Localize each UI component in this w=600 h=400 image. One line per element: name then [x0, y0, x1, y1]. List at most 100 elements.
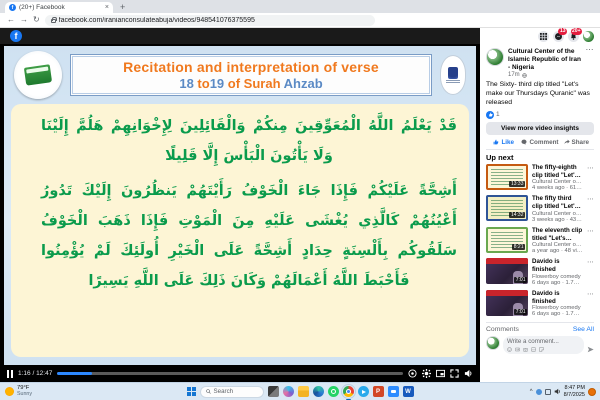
weather-condition: Sunny	[17, 392, 32, 398]
emoji-icon[interactable]	[507, 347, 512, 352]
tray-expand-icon[interactable]: ^	[530, 389, 533, 395]
settings-gear-icon[interactable]	[422, 369, 431, 378]
word-icon[interactable]: W	[403, 386, 414, 397]
captions-icon[interactable]	[408, 369, 417, 378]
page-name[interactable]: Cultural Center of the Islamic Republic …	[508, 48, 582, 71]
slide-header: Recitation and interpretation of verse 1…	[4, 46, 476, 101]
player-time: 1:16 / 12:47	[18, 370, 52, 377]
tray-volume-icon[interactable]	[554, 388, 561, 395]
comment-toolbar	[507, 347, 580, 352]
address-bar[interactable]: facebook.com/iranianconsulateabuja/video…	[45, 15, 375, 26]
zoom-app-icon[interactable]	[388, 386, 399, 397]
display-icon[interactable]	[545, 389, 551, 395]
view-insights-button[interactable]: View more video insights	[486, 122, 594, 135]
item-more-icon[interactable]: ⋯	[587, 227, 594, 255]
up-next-item[interactable]: 7:01 Davido is finished Flowerboy comedy…	[486, 258, 594, 286]
video-player[interactable]: Recitation and interpretation of verse 1…	[0, 44, 480, 382]
send-comment-icon[interactable]	[587, 340, 594, 358]
like-button[interactable]: Like	[486, 139, 521, 146]
notification-badge[interactable]	[588, 388, 596, 396]
up-next-title[interactable]: The eleventh clip titled "Let's make...	[532, 227, 583, 243]
up-next-heading: Up next	[486, 153, 594, 162]
like-label: Like	[501, 139, 514, 146]
taskbar-clock[interactable]: 8:47 PM 8/7/2025	[564, 385, 585, 398]
tray-app-icon[interactable]	[536, 389, 542, 395]
video-thumbnail[interactable]: 13:33	[486, 164, 528, 190]
share-button[interactable]: Share	[559, 139, 594, 146]
powerpoint-icon[interactable]: P	[373, 386, 384, 397]
browser-tabstrip: f (20+) Facebook × +	[0, 0, 600, 13]
slide-title-line2: 18 to19 of Surah Ahzab	[75, 76, 427, 91]
pip-icon[interactable]	[436, 369, 445, 378]
share-arrow-icon	[564, 139, 570, 145]
video-thumbnail[interactable]: 14:32	[486, 195, 528, 221]
copilot-icon[interactable]	[283, 386, 294, 397]
profile-avatar[interactable]	[583, 31, 594, 42]
weather-widget[interactable]: 79°F Sunny	[5, 385, 32, 397]
volume-icon[interactable]	[464, 369, 473, 378]
comments-label: Comments	[486, 326, 519, 333]
video-thumbnail[interactable]: 7:01	[486, 290, 528, 316]
messenger-icon[interactable]: 13	[553, 31, 564, 42]
tab-close-icon[interactable]: ×	[105, 4, 109, 11]
browser-tab[interactable]: f (20+) Facebook ×	[5, 2, 113, 13]
whatsapp-icon[interactable]	[328, 386, 339, 397]
clock-time: 8:47 PM	[564, 385, 585, 391]
pause-button[interactable]	[7, 370, 13, 378]
item-more-icon[interactable]: ⋯	[587, 290, 594, 318]
search-icon	[206, 389, 211, 394]
comment-input[interactable]: Write a comment...	[503, 336, 584, 354]
sticker-icon[interactable]	[539, 347, 544, 352]
up-next-item[interactable]: 14:32 The fifty third clip titled "Let's…	[486, 195, 594, 223]
up-next-text: The fifty-eighth clip titled "Let's make…	[532, 164, 583, 192]
image-icon[interactable]	[531, 347, 536, 352]
task-view-icon[interactable]	[268, 386, 279, 397]
item-more-icon[interactable]: ⋯	[587, 258, 594, 286]
up-next-item[interactable]: 13:33 The fifty-eighth clip titled "Let'…	[486, 164, 594, 192]
gif-icon[interactable]	[515, 347, 520, 352]
search-placeholder: Search	[214, 388, 234, 395]
notifications-bell-icon[interactable]: 20+	[568, 31, 579, 42]
page-meta: Cultural Center of the Islamic Republic …	[508, 48, 582, 78]
fullscreen-icon[interactable]	[450, 369, 459, 378]
up-next-text: The fifty third clip titled "Let's make.…	[532, 195, 583, 223]
up-next-meta: 6 days ago · 1.7M views	[532, 311, 583, 317]
facebook-logo-icon[interactable]: f	[10, 30, 22, 42]
comment-composer: Write a comment...	[486, 336, 594, 358]
telegram-icon[interactable]	[358, 386, 369, 397]
like-count: 1	[496, 111, 500, 118]
refresh-icon[interactable]: ↻	[33, 16, 40, 24]
url-text: facebook.com/iranianconsulateabuja/video…	[59, 17, 255, 24]
progress-bar[interactable]	[57, 372, 403, 375]
up-next-title[interactable]: The fifty third clip titled "Let's make.…	[532, 195, 583, 211]
see-all-link[interactable]: See All	[573, 326, 594, 333]
reactions-row[interactable]: 1	[486, 111, 594, 119]
page-avatar[interactable]	[486, 48, 504, 66]
item-more-icon[interactable]: ⋯	[587, 164, 594, 192]
up-next-meta: 4 weeks ago · 61 views	[532, 185, 583, 191]
file-explorer-icon[interactable]	[298, 386, 309, 397]
post-more-icon[interactable]: ⋯	[586, 48, 595, 78]
up-next-title[interactable]: Davido is finished	[532, 258, 583, 274]
up-next-channel: Flowerboy comedy	[532, 274, 583, 280]
up-next-item[interactable]: 8:21 The eleventh clip titled "Let's mak…	[486, 227, 594, 255]
slide-title-line1: Recitation and interpretation of verse	[75, 59, 427, 75]
menu-grid-icon[interactable]	[538, 31, 549, 42]
chrome-icon[interactable]	[343, 386, 354, 397]
new-tab-button[interactable]: +	[120, 2, 125, 12]
video-thumbnail[interactable]: 8:21	[486, 227, 528, 253]
facebook-header: f 13 20+	[0, 28, 600, 44]
item-more-icon[interactable]: ⋯	[587, 195, 594, 223]
edge-icon[interactable]	[313, 386, 324, 397]
back-icon[interactable]: ←	[7, 16, 15, 24]
comment-button[interactable]: Comment	[521, 139, 558, 146]
taskbar-search[interactable]: Search	[200, 386, 264, 398]
video-thumbnail[interactable]: 7:01	[486, 258, 528, 284]
up-next-item[interactable]: 7:01 Davido is finished Flowerboy comedy…	[486, 290, 594, 318]
windows-start-icon[interactable]	[187, 387, 196, 396]
forward-icon[interactable]: →	[20, 16, 28, 24]
system-tray: ^ 8:47 PM 8/7/2025	[530, 385, 596, 398]
up-next-title[interactable]: Davido is finished	[532, 290, 583, 306]
camera-icon[interactable]	[523, 347, 528, 352]
up-next-title[interactable]: The fifty-eighth clip titled "Let's make…	[532, 164, 583, 180]
